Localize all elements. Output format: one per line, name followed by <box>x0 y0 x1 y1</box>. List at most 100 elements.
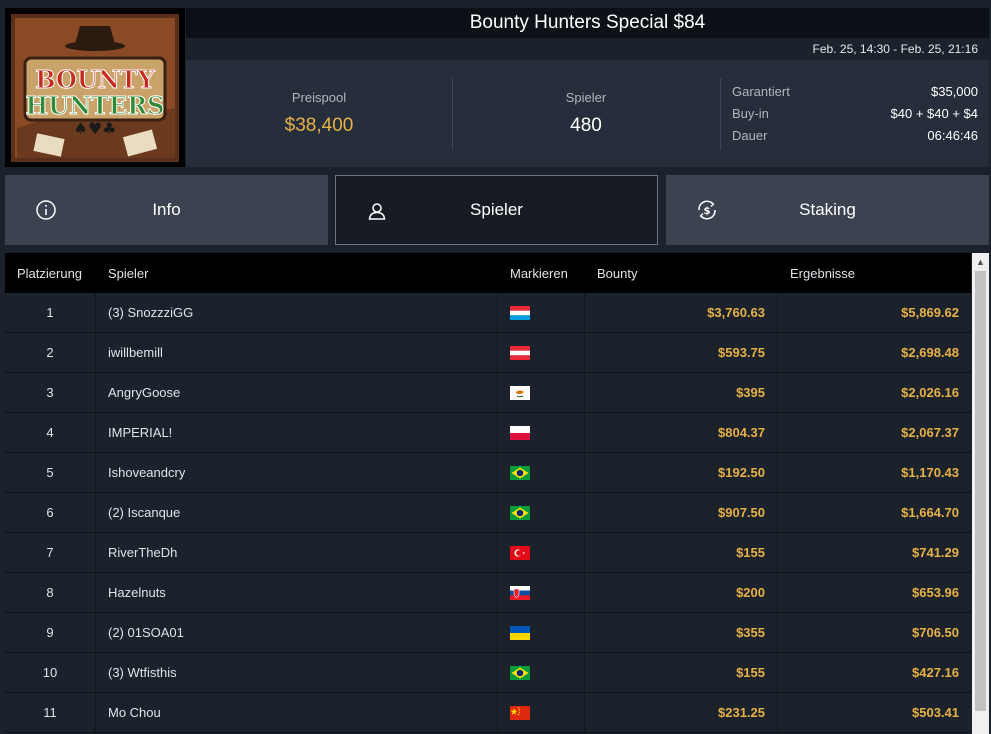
country-flag-icon <box>510 453 532 492</box>
table-row[interactable]: 6 (2) Iscanque $907.50 $1,664.70 <box>5 493 971 533</box>
row-player-name[interactable]: (3) SnozzziGG <box>108 293 498 332</box>
duration-label: Dauer <box>732 128 768 143</box>
row-result: $1,170.43 <box>901 465 959 480</box>
column-divider <box>497 533 498 572</box>
table-row[interactable]: 2 iwillbemill $593.75 $2,698.48 <box>5 333 971 373</box>
header-placement[interactable]: Platzierung <box>17 266 82 281</box>
row-result: $2,698.48 <box>901 345 959 360</box>
table-row[interactable]: 3 AngryGoose $395 $2,026.16 <box>5 373 971 413</box>
column-divider <box>95 573 96 612</box>
column-divider <box>95 533 96 572</box>
svg-text:$: $ <box>704 206 711 217</box>
table-row[interactable]: 5 Ishoveandcry $192.50 $1,170.43 <box>5 453 971 493</box>
row-placement: 1 <box>46 305 54 320</box>
header-player[interactable]: Spieler <box>108 266 148 281</box>
row-player-name[interactable]: (2) Iscanque <box>108 493 498 532</box>
svg-text:♠♥♣: ♠♥♣ <box>73 119 116 138</box>
table-header: Platzierung Spieler Markieren Bounty Erg… <box>5 253 971 293</box>
country-flag-icon <box>510 293 532 332</box>
players-table: Platzierung Spieler Markieren Bounty Erg… <box>5 253 971 734</box>
tab-staking[interactable]: $ Staking <box>666 175 989 245</box>
row-bounty: $395 <box>736 385 765 400</box>
column-divider <box>95 613 96 652</box>
header-results[interactable]: Ergebnisse <box>790 266 855 281</box>
prizepool-label: Preispool <box>291 90 347 105</box>
row-player-name[interactable]: RiverTheDh <box>108 533 498 572</box>
table-row[interactable]: 4 IMPERIAL! $804.37 $2,067.37 <box>5 413 971 453</box>
table-row[interactable]: 8 Hazelnuts $200 $653.96 <box>5 573 971 613</box>
column-divider <box>497 373 498 412</box>
row-player-name[interactable]: iwillbemill <box>108 333 498 372</box>
column-divider <box>497 493 498 532</box>
row-player-name[interactable]: Mo Chou <box>108 693 498 732</box>
row-result: $2,026.16 <box>901 385 959 400</box>
tournament-logo: BOUNTY HUNTERS ♠♥♣ <box>5 8 185 167</box>
guaranteed-value: $35,000 <box>931 84 978 99</box>
scroll-up-arrow-icon[interactable]: ▲ <box>972 253 989 270</box>
row-placement: 11 <box>43 705 57 720</box>
user-icon <box>368 203 386 220</box>
tab-info[interactable]: Info <box>5 175 328 245</box>
row-player-name[interactable]: Hazelnuts <box>108 573 498 612</box>
tab-info-label: Info <box>152 200 181 219</box>
duration-value: 06:46:46 <box>927 128 978 143</box>
table-row[interactable]: 9 (2) 01SOA01 $355 $706.50 <box>5 613 971 653</box>
svg-text:HUNTERS: HUNTERS <box>26 91 165 120</box>
table-row[interactable]: 11 Mo Chou $231.25 $503.41 <box>5 693 971 733</box>
row-bounty: $593.75 <box>718 345 765 360</box>
header-mark[interactable]: Markieren <box>510 266 568 281</box>
header-bounty[interactable]: Bounty <box>597 266 637 281</box>
row-placement: 2 <box>46 345 54 360</box>
row-result: $503.41 <box>912 705 959 720</box>
guaranteed-label: Garantiert <box>732 84 790 99</box>
row-placement: 7 <box>46 545 54 560</box>
info-icon <box>36 200 56 220</box>
players-label: Spieler <box>565 90 607 105</box>
row-result: $706.50 <box>912 625 959 640</box>
row-placement: 8 <box>46 585 54 600</box>
row-placement: 5 <box>46 465 54 480</box>
row-player-name[interactable]: (3) Wtfisthis <box>108 653 498 692</box>
column-divider <box>95 333 96 372</box>
table-row[interactable]: 7 RiverTheDh $155 $741.29 <box>5 533 971 573</box>
country-flag-icon <box>510 333 532 372</box>
tab-spieler[interactable]: Spieler <box>335 175 658 245</box>
table-row[interactable]: 1 (3) SnozzziGG $3,760.63 $5,869.62 <box>5 293 971 333</box>
buyin-value: $40 + $40 + $4 <box>890 106 978 121</box>
country-flag-icon <box>510 653 532 692</box>
row-result: $1,664.70 <box>901 505 959 520</box>
column-divider <box>497 413 498 452</box>
tab-spieler-label: Spieler <box>470 200 523 219</box>
row-player-name[interactable]: IMPERIAL! <box>108 413 498 452</box>
vertical-scrollbar[interactable]: ▲ <box>972 253 989 734</box>
row-player-name[interactable]: AngryGoose <box>108 373 498 412</box>
table-row[interactable]: 10 (3) Wtfisthis $155 $427.16 <box>5 653 971 693</box>
country-flag-icon <box>510 413 532 452</box>
row-placement: 3 <box>46 385 54 400</box>
column-divider <box>497 573 498 612</box>
column-divider <box>95 373 96 412</box>
tournament-stats-panel: Preispool $38,400 Spieler 480 Garantiert… <box>186 60 989 167</box>
column-divider <box>497 453 498 492</box>
row-bounty: $907.50 <box>718 505 765 520</box>
row-bounty: $804.37 <box>718 425 765 440</box>
row-player-name[interactable]: Ishoveandcry <box>108 453 498 492</box>
column-divider <box>497 333 498 372</box>
column-divider <box>95 653 96 692</box>
row-player-name[interactable]: (2) 01SOA01 <box>108 613 498 652</box>
country-flag-icon <box>510 493 532 532</box>
scrollbar-thumb[interactable] <box>975 271 986 711</box>
row-result: $653.96 <box>912 585 959 600</box>
column-divider <box>497 653 498 692</box>
country-flag-icon <box>510 613 532 652</box>
tab-staking-label: Staking <box>799 200 856 219</box>
country-flag-icon <box>510 573 532 612</box>
row-bounty: $355 <box>736 625 765 640</box>
row-result: $2,067.37 <box>901 425 959 440</box>
column-divider <box>95 493 96 532</box>
guaranteed-row: Garantiert $35,000 <box>732 84 978 99</box>
tab-bar: Info Spieler $ Staking <box>5 175 989 245</box>
row-placement: 4 <box>46 425 54 440</box>
country-flag-icon <box>510 693 532 732</box>
row-bounty: $231.25 <box>718 705 765 720</box>
